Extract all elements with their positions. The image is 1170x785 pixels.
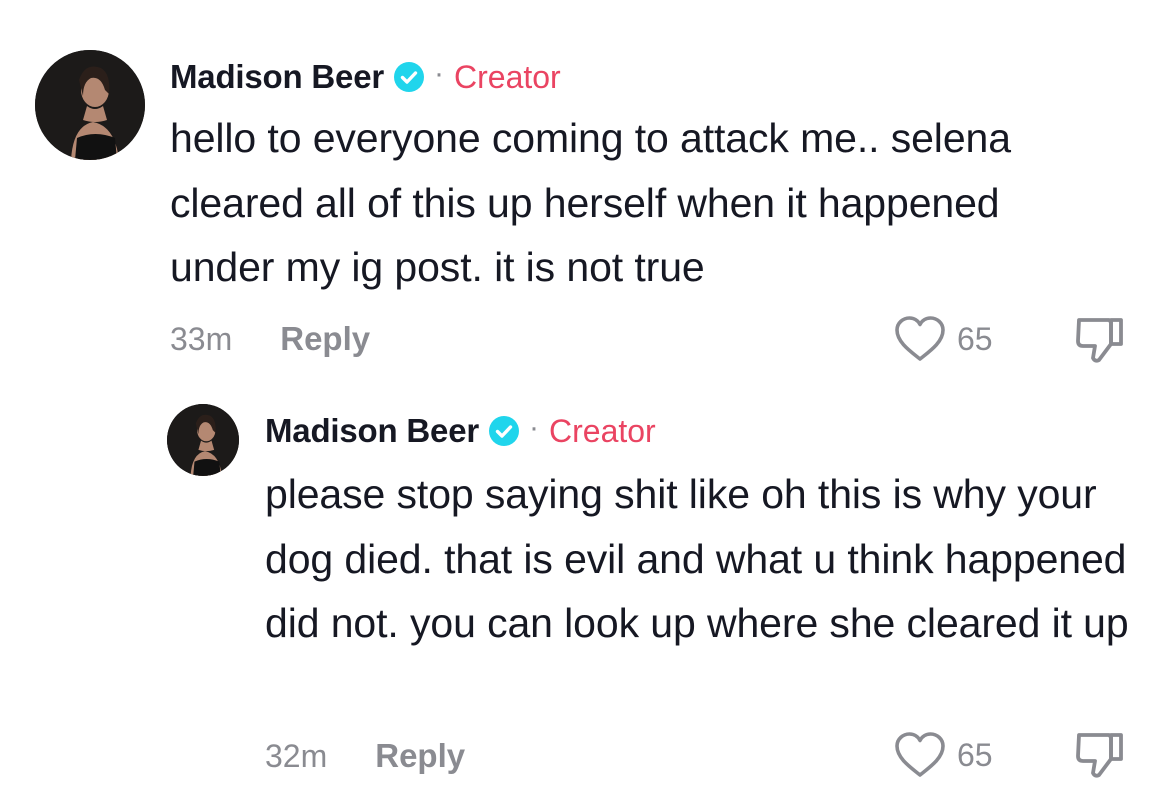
heart-icon — [893, 315, 947, 363]
avatar-image — [167, 404, 239, 476]
like-count: 65 — [957, 736, 993, 773]
comment-meta: 33m Reply — [170, 318, 370, 360]
username[interactable]: Madison Beer — [170, 58, 384, 96]
comment-time: 32m — [265, 737, 328, 774]
reply-comment: Madison Beer · Creator please stop sayin… — [0, 380, 1170, 785]
reply-button[interactable]: Reply — [280, 320, 370, 358]
comment-header: Madison Beer · Creator — [265, 410, 656, 452]
verified-icon — [394, 62, 424, 92]
avatar-image — [35, 50, 145, 160]
creator-badge: Creator — [454, 58, 561, 95]
avatar[interactable] — [167, 404, 239, 476]
separator-dot: · — [434, 57, 444, 90]
username[interactable]: Madison Beer — [265, 412, 479, 450]
comment-header: Madison Beer · Creator — [170, 56, 561, 98]
verified-icon — [489, 416, 519, 446]
comment: Madison Beer · Creator hello to everyone… — [0, 0, 1170, 380]
separator-dot: · — [529, 411, 539, 444]
creator-badge: Creator — [549, 412, 656, 449]
reply-button[interactable]: Reply — [375, 737, 465, 775]
like-button[interactable]: 65 — [893, 730, 993, 780]
like-count: 65 — [957, 320, 993, 357]
comment-meta: 32m Reply — [265, 735, 465, 777]
comment-text: hello to everyone coming to attack me.. … — [170, 115, 1011, 290]
thumbs-down-icon[interactable] — [1073, 314, 1127, 366]
heart-icon — [893, 731, 947, 779]
like-button[interactable]: 65 — [893, 314, 993, 364]
avatar[interactable] — [35, 50, 145, 160]
comment-time: 33m — [170, 320, 233, 357]
comment-text: please stop saying shit like oh this is … — [265, 471, 1129, 646]
thumbs-down-icon[interactable] — [1073, 729, 1127, 781]
